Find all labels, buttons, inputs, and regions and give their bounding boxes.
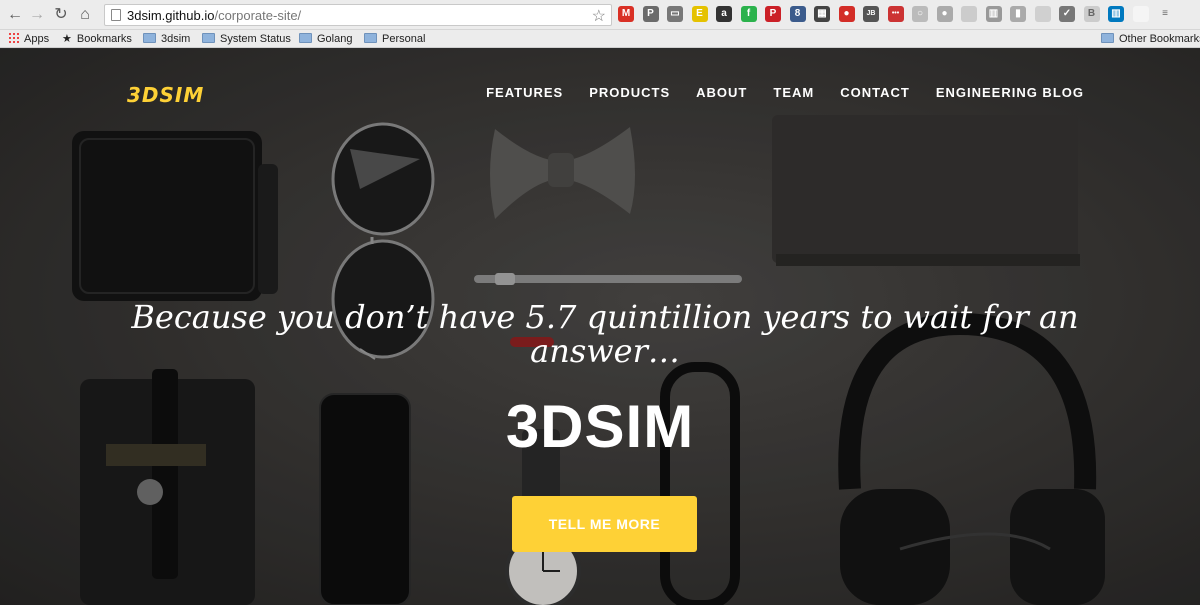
site-brand-logo[interactable]: 3DSIM — [127, 83, 204, 107]
bookmark-golang[interactable]: Golang — [299, 32, 352, 46]
bookmark-other-bookmarks[interactable]: Other Bookmarks — [1101, 32, 1200, 46]
folder-icon — [364, 33, 377, 43]
amazon-icon[interactable]: a — [716, 6, 732, 22]
bookmark-personal[interactable]: Personal — [364, 32, 425, 46]
bookmark-system-status[interactable]: System Status — [202, 32, 291, 46]
shield-check-icon[interactable]: ✓ — [1059, 6, 1075, 22]
address-bar[interactable]: 3dsim.github.io/corporate-site/ ☆ — [104, 4, 612, 26]
home-icon[interactable]: ⌂ — [76, 5, 94, 25]
tell-me-more-button[interactable]: TELL ME MORE — [512, 496, 697, 552]
lastpass-icon[interactable]: ● — [838, 6, 855, 22]
dot-icon[interactable]: ● — [936, 6, 953, 22]
back-arrow-icon[interactable]: ← — [6, 5, 24, 25]
hero-lead-text: Because you don’t have 5.7 quintillion y… — [131, 298, 1079, 370]
qr-code-icon[interactable]: ▦ — [814, 6, 830, 22]
feedly-icon[interactable]: f — [740, 6, 757, 22]
nav-link-team[interactable]: TEAM — [773, 85, 814, 100]
browser-toolbar: ← → ↻ ⌂ 3dsim.github.io/corporate-site/ … — [0, 0, 1200, 30]
square-icon[interactable] — [1034, 6, 1051, 22]
grey-square-icon[interactable] — [961, 6, 977, 22]
pinterest-icon[interactable]: P — [765, 6, 781, 22]
nav-link-engineering-blog[interactable]: ENGINEERING BLOG — [936, 85, 1084, 100]
octopus-icon[interactable]: 8 — [789, 6, 806, 22]
trello-icon[interactable]: ▥ — [1108, 6, 1124, 22]
main-nav: FEATURES PRODUCTS ABOUT TEAM CONTACT ENG… — [460, 85, 1084, 100]
hero-headline: 3DSIM — [505, 393, 695, 460]
nav-link-features[interactable]: FEATURES — [486, 85, 563, 100]
bookmark-apps[interactable]: Apps — [8, 32, 49, 46]
folder-icon — [143, 33, 156, 43]
bookmark-3dsim[interactable]: 3dsim — [143, 32, 190, 46]
url-text: 3dsim.github.io/corporate-site/ — [127, 8, 302, 23]
gmail-icon[interactable]: M — [618, 6, 634, 22]
star-icon: ★ — [62, 33, 72, 45]
bookmark-bookmarks[interactable]: ★ Bookmarks — [62, 32, 132, 46]
nav-link-contact[interactable]: CONTACT — [840, 85, 910, 100]
cast-icon[interactable]: ▭ — [667, 6, 683, 22]
menu-icon[interactable]: ≡ — [1157, 6, 1173, 22]
reload-icon[interactable]: ↻ — [52, 5, 70, 25]
dots-icon[interactable]: ••• — [887, 6, 904, 22]
evernote-icon[interactable]: E — [691, 6, 708, 22]
page-icon — [111, 9, 121, 21]
mini-chart-icon[interactable]: ▮ — [1010, 6, 1026, 22]
folder-icon — [299, 33, 312, 43]
blank-page-icon[interactable] — [1132, 6, 1149, 22]
jb-icon[interactable]: JB — [863, 6, 879, 22]
b-icon[interactable]: B — [1083, 6, 1100, 22]
forward-arrow-icon[interactable]: → — [28, 5, 46, 25]
circle-icon[interactable]: ○ — [912, 6, 928, 22]
trello-grey-icon[interactable]: ▥ — [985, 6, 1002, 22]
nav-link-products[interactable]: PRODUCTS — [589, 85, 670, 100]
folder-icon — [202, 33, 215, 43]
folder-icon — [1101, 33, 1114, 43]
bookmark-star-icon[interactable]: ☆ — [592, 6, 606, 26]
pocket-icon[interactable]: P — [642, 6, 659, 22]
apps-grid-icon — [8, 32, 19, 43]
nav-link-about[interactable]: ABOUT — [696, 85, 747, 100]
bookmarks-bar: Apps ★ Bookmarks 3dsim System Status Gola… — [0, 30, 1200, 48]
